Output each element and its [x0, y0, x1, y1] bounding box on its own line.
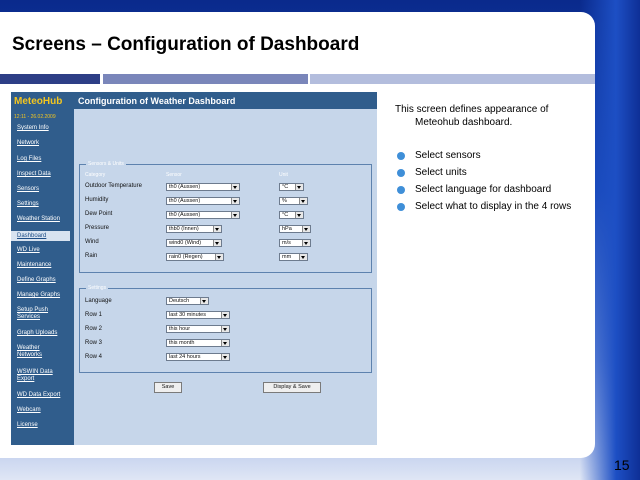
sidebar-item-system-info[interactable]: System Info — [11, 125, 74, 133]
chevron-down-icon — [231, 198, 239, 204]
sidebar-item-setup-push-services[interactable]: Setup Push Services — [11, 307, 57, 323]
logo: MeteoHub — [14, 96, 63, 107]
sidebar-item-maintenance[interactable]: Maintenance — [11, 262, 74, 270]
chevron-down-icon — [231, 212, 239, 218]
unit-select[interactable]: mm — [279, 253, 308, 261]
chevron-down-icon — [221, 312, 229, 318]
sensors-units-legend: Sensors & Units — [86, 161, 126, 167]
sidebar-item-weather-networks[interactable]: Weather Networks — [11, 345, 47, 361]
bullet-dot-icon — [397, 169, 405, 177]
unit-header: Unit — [279, 172, 288, 178]
sensor-header: Sensor — [166, 172, 182, 178]
bullet-list: Select sensors Select units Select langu… — [397, 150, 582, 218]
unit-select[interactable]: °C — [279, 211, 304, 219]
bullet-dot-icon — [397, 186, 405, 194]
save-button[interactable]: Save — [154, 382, 182, 393]
unit-select[interactable]: % — [279, 197, 308, 205]
chevron-down-icon — [221, 326, 229, 332]
title-band-dark — [0, 74, 100, 84]
sidebar-item-network[interactable]: Network — [11, 140, 74, 148]
settings-legend: Settings — [86, 285, 109, 291]
row-2-select[interactable]: this hour — [166, 325, 230, 333]
main-panel: Configuration of Weather Dashboard Senso… — [74, 92, 377, 445]
settings-row-label: Row 2 — [85, 326, 103, 332]
category-label: Wind — [85, 239, 99, 245]
title-band-mid — [103, 74, 308, 84]
settings-row-label: Row 1 — [85, 312, 103, 318]
bullet-dot-icon — [397, 203, 405, 211]
category-label: Outdoor Temperature — [85, 183, 142, 189]
sidebar-item-sensors[interactable]: Sensors — [11, 186, 74, 194]
bullet-item: Select sensors — [397, 150, 582, 162]
sidebar-item-log-files[interactable]: Log Files — [11, 156, 74, 164]
chevron-down-icon — [295, 184, 303, 190]
row-4-select[interactable]: last 24 hours — [166, 353, 230, 361]
unit-select[interactable]: m/s — [279, 239, 311, 247]
chevron-down-icon — [299, 254, 307, 260]
sensors-units-group: Sensors & Units Category Sensor Unit Out… — [79, 161, 372, 273]
sidebar-item-wswin-data-export[interactable]: WSWIN Data Export — [11, 369, 57, 385]
sidebar-item-weather-station[interactable]: Weather Station — [11, 216, 74, 224]
sidebar-item-wd-live[interactable]: WD Live — [11, 247, 74, 255]
chevron-down-icon — [302, 240, 310, 246]
chevron-down-icon — [221, 340, 229, 346]
category-label: Rain — [85, 253, 98, 259]
sensor-select[interactable]: th0 (Aussen) — [166, 211, 240, 219]
category-label: Humidity — [85, 197, 109, 203]
sidebar-nav: System Info Network Log Files Inspect Da… — [11, 125, 74, 437]
slide-description: This screen defines appearance of Meteoh… — [395, 103, 580, 129]
display-and-save-button[interactable]: Display & Save — [263, 382, 321, 393]
row-1-select[interactable]: last 30 minutes — [166, 311, 230, 319]
chevron-down-icon — [221, 354, 229, 360]
title-band-light — [310, 74, 595, 84]
unit-select[interactable]: °C — [279, 183, 304, 191]
sensor-select[interactable]: thb0 (Innen) — [166, 225, 222, 233]
page-title: Configuration of Weather Dashboard — [78, 96, 236, 106]
category-label: Dew Point — [85, 211, 113, 217]
sidebar-item-graph-uploads[interactable]: Graph Uploads — [11, 330, 74, 338]
bullet-item: Select what to display in the 4 rows — [397, 201, 582, 213]
main-header: Configuration of Weather Dashboard — [74, 92, 377, 109]
description-line-1: This screen defines appearance of — [395, 104, 549, 115]
sidebar-item-settings[interactable]: Settings — [11, 201, 74, 209]
chevron-down-icon — [215, 254, 223, 260]
sidebar-item-define-graphs[interactable]: Define Graphs — [11, 277, 74, 285]
settings-row-label: Language — [85, 298, 112, 304]
bullet-dot-icon — [397, 152, 405, 160]
bullet-item: Select units — [397, 167, 582, 179]
settings-row-label: Row 3 — [85, 340, 103, 346]
sidebar-item-wd-data-export[interactable]: WD Data Export — [11, 392, 74, 400]
description-line-2: Meteohub dashboard. — [415, 117, 513, 128]
dashboard-screenshot: MeteoHub 12:11 - 26.02.2009 System Info … — [11, 92, 377, 445]
category-label: Pressure — [85, 225, 110, 231]
sidebar-item-webcam[interactable]: Webcam — [11, 407, 74, 415]
chevron-down-icon — [295, 212, 303, 218]
sidebar-item-inspect-data[interactable]: Inspect Data — [11, 171, 74, 179]
sidebar-item-manage-graphs[interactable]: Manage Graphs — [11, 292, 74, 300]
chevron-down-icon — [302, 226, 310, 232]
sensor-select[interactable]: th0 (Aussen) — [166, 197, 240, 205]
date-time: 12:11 - 26.02.2009 — [14, 114, 56, 120]
sensor-select[interactable]: th0 (Aussen) — [166, 183, 240, 191]
chevron-down-icon — [213, 226, 221, 232]
slide-title: Screens – Configuration of Dashboard — [12, 34, 360, 55]
chevron-down-icon — [299, 198, 307, 204]
chevron-down-icon — [231, 184, 239, 190]
chevron-down-icon — [213, 240, 221, 246]
bullet-item: Select language for dashboard — [397, 184, 582, 196]
category-header: Category — [85, 172, 106, 178]
settings-row-label: Row 4 — [85, 354, 103, 360]
sidebar: MeteoHub 12:11 - 26.02.2009 System Info … — [11, 92, 74, 445]
row-3-select[interactable]: this month — [166, 339, 230, 347]
language-select[interactable]: Deutsch — [166, 297, 209, 305]
sensor-select[interactable]: rain0 (Regen) — [166, 253, 224, 261]
sensor-select[interactable]: wind0 (Wind) — [166, 239, 222, 247]
sidebar-item-dashboard[interactable]: Dashboard — [11, 231, 70, 241]
sidebar-item-license[interactable]: License — [11, 422, 74, 430]
page-number: 15 — [614, 457, 630, 473]
chevron-down-icon — [200, 298, 208, 304]
settings-group: Settings Language Deutsch Row 1 last 30 … — [79, 285, 372, 373]
unit-select[interactable]: hPa — [279, 225, 311, 233]
